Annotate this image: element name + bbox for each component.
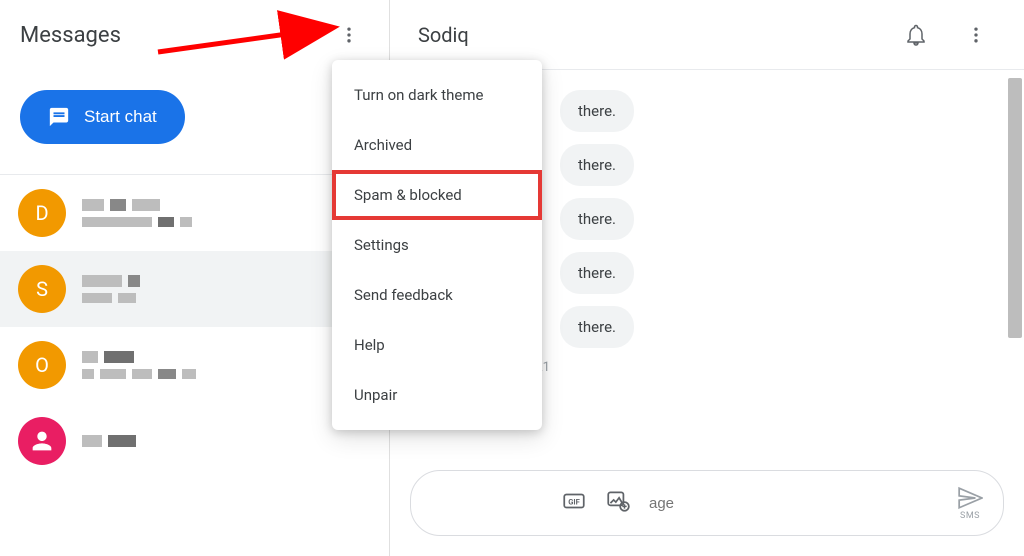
menu-item-spam-blocked[interactable]: Spam & blocked <box>332 170 542 220</box>
gif-button[interactable]: GIF <box>561 488 587 518</box>
conversation-item[interactable]: D 8/3 <box>0 175 389 251</box>
date-stamp: /21 <box>530 360 984 375</box>
menu-item-settings[interactable]: Settings <box>332 220 542 270</box>
svg-text:GIF: GIF <box>568 497 580 506</box>
send-label: SMS <box>960 511 980 521</box>
attach-image-button[interactable] <box>605 488 631 518</box>
avatar: S <box>18 265 66 313</box>
conversation-more-button[interactable] <box>956 15 996 55</box>
message-bubble: there. <box>560 252 634 294</box>
avatar: D <box>18 189 66 237</box>
conversation-preview <box>82 351 371 379</box>
conversation-preview <box>82 275 371 303</box>
menu-item-archived[interactable]: Archived <box>332 120 542 170</box>
conversation-list: D 8/3 S 8/3 O <box>0 175 389 556</box>
person-icon <box>28 427 56 455</box>
more-vert-icon <box>966 25 986 45</box>
avatar: O <box>18 341 66 389</box>
compose-bar[interactable]: GIF SMS <box>410 470 1004 536</box>
conversation-item[interactable]: S 8/3 <box>0 251 389 327</box>
menu-item-dark-theme[interactable]: Turn on dark theme <box>332 70 542 120</box>
compose-input[interactable] <box>649 495 939 512</box>
menu-item-unpair[interactable]: Unpair <box>332 370 542 420</box>
more-vert-icon <box>339 25 359 45</box>
message-bubble: there. <box>560 306 634 348</box>
more-menu-button[interactable] <box>329 15 369 55</box>
chat-icon <box>48 106 70 128</box>
start-chat-label: Start chat <box>84 107 157 127</box>
message-bubble: there. <box>560 198 634 240</box>
image-attach-icon <box>605 488 631 514</box>
menu-item-send-feedback[interactable]: Send feedback <box>332 270 542 320</box>
conversation-preview <box>82 199 371 227</box>
conversation-preview <box>82 435 371 447</box>
overflow-menu: Turn on dark theme Archived Spam & block… <box>332 60 542 430</box>
gif-icon: GIF <box>561 488 587 514</box>
contact-name: Sodiq <box>418 23 469 47</box>
left-header: Messages <box>0 0 389 70</box>
messages-title: Messages <box>20 23 121 48</box>
scrollbar[interactable] <box>1008 78 1022 338</box>
send-button[interactable]: SMS <box>957 485 983 521</box>
avatar <box>18 417 66 465</box>
message-bubble: there. <box>560 144 634 186</box>
menu-item-help[interactable]: Help <box>332 320 542 370</box>
conversation-item[interactable]: 8/2 <box>0 403 389 479</box>
conversation-item[interactable]: O 8/2 <box>0 327 389 403</box>
send-icon <box>957 485 983 511</box>
message-bubble: there. <box>560 90 634 132</box>
bell-icon <box>904 23 928 47</box>
notifications-button[interactable] <box>896 15 936 55</box>
header-actions <box>896 15 996 55</box>
start-chat-button[interactable]: Start chat <box>20 90 185 144</box>
